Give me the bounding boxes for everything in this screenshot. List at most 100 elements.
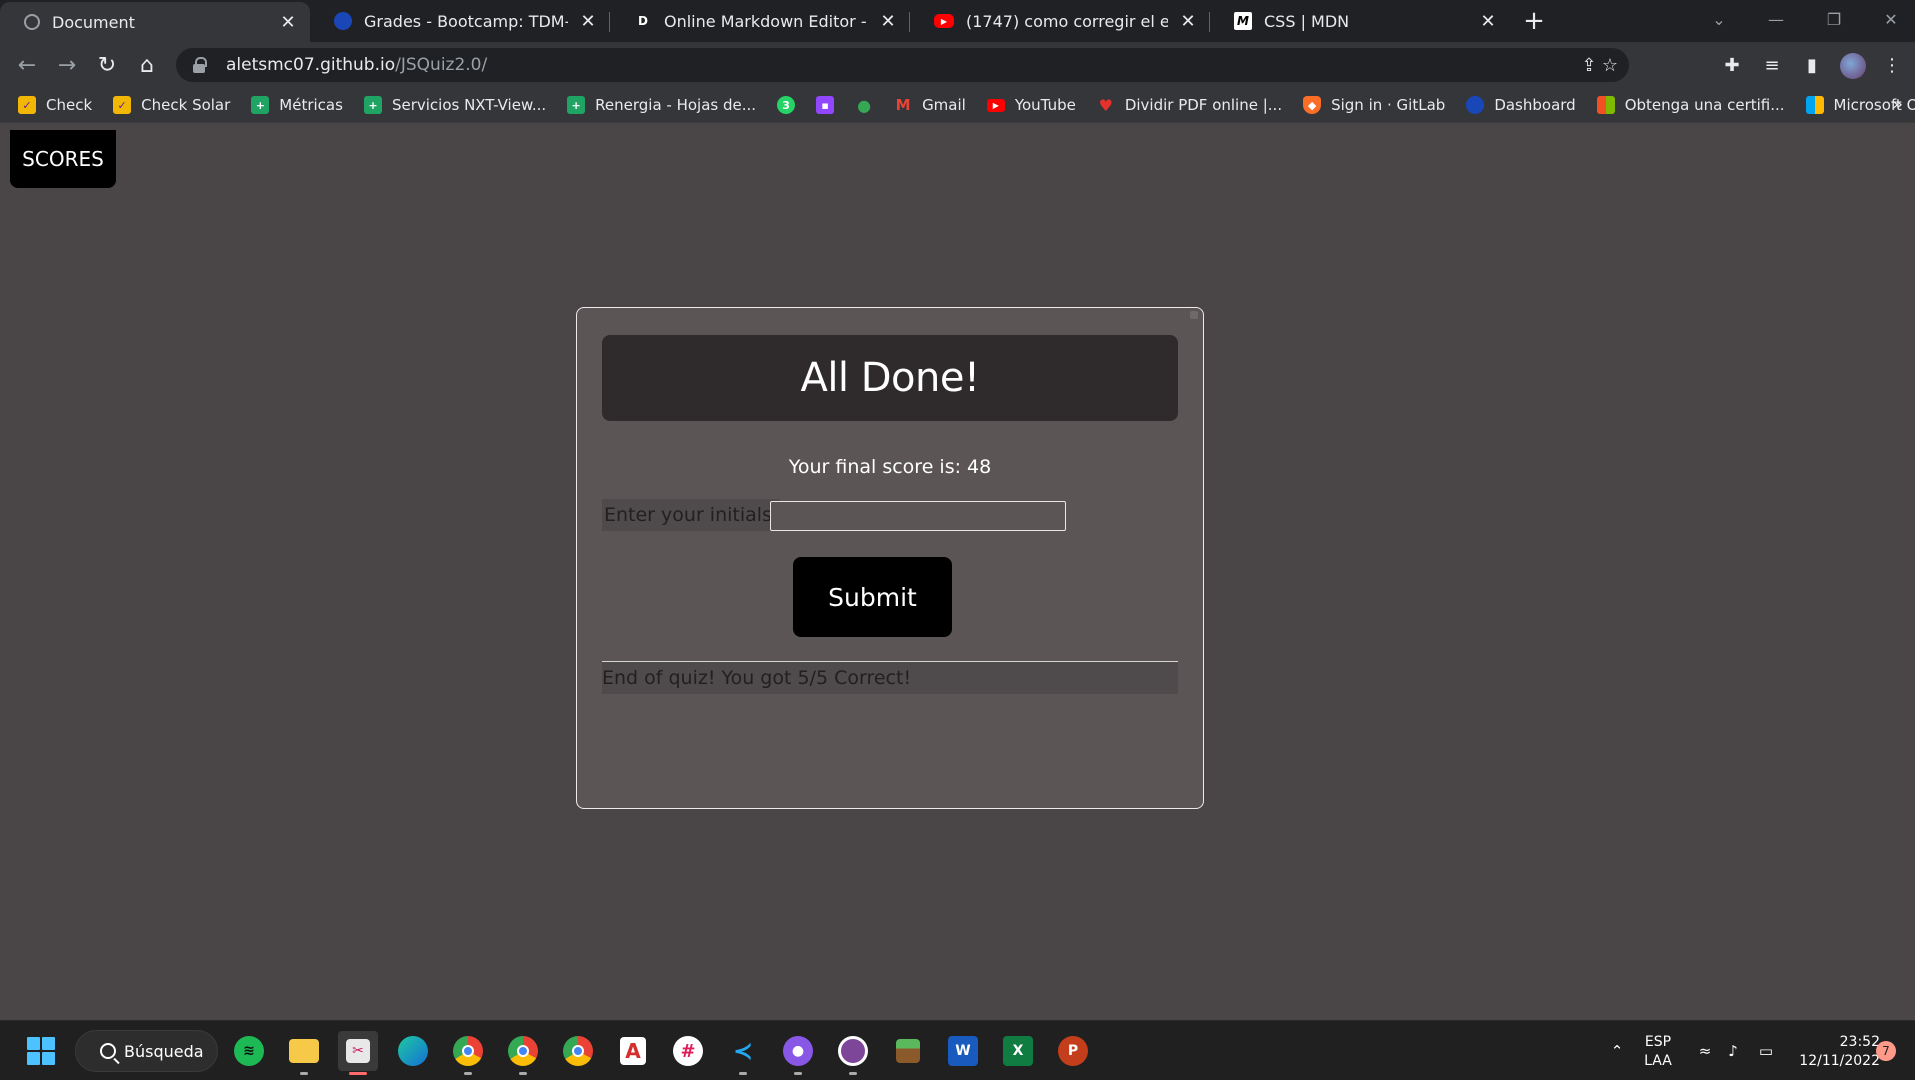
side-panel-icon[interactable]: ▮ xyxy=(1797,50,1827,80)
wifi-icon[interactable]: ≈ xyxy=(1692,1021,1718,1080)
youtube-icon: ▶ xyxy=(986,98,1005,112)
close-window-button[interactable]: ✕ xyxy=(1867,0,1915,38)
dashboard-icon xyxy=(1466,96,1485,114)
browser-toolbar: ← → ↻ ⌂ aletsmc07.github.io /JSQuiz2.0/ … xyxy=(0,42,1915,88)
tab-document[interactable]: Document ✕ xyxy=(0,2,310,42)
bookmark-label: Métricas xyxy=(279,96,343,114)
bookmark-label: Servicios NXT-View... xyxy=(391,96,547,114)
battery-icon[interactable]: ▭ xyxy=(1752,1021,1780,1080)
notification-badge[interactable]: 7 xyxy=(1876,1041,1896,1061)
address-bar[interactable]: aletsmc07.github.io /JSQuiz2.0/ ⇪ ☆ xyxy=(176,48,1629,82)
canvas-icon xyxy=(334,12,352,30)
bookmark-label: YouTube xyxy=(1014,96,1076,114)
bookmark-maps[interactable]: ● xyxy=(855,95,873,115)
new-tab-button[interactable]: + xyxy=(1520,8,1548,36)
close-icon[interactable]: ✕ xyxy=(1178,11,1198,32)
microsoft-icon xyxy=(1805,96,1824,114)
github-desktop-icon[interactable]: ● xyxy=(778,1031,818,1075)
tor-browser-icon[interactable] xyxy=(833,1031,873,1075)
initials-label: Enter your initials: xyxy=(602,499,781,531)
language-indicator[interactable]: ESP LAA xyxy=(1640,1033,1676,1071)
language-code: ESP xyxy=(1644,1034,1672,1050)
bookmark-renergia[interactable]: + Renergia - Hojas de... xyxy=(567,96,756,114)
maps-icon: ● xyxy=(857,95,872,115)
bookmark-label: Check Solar xyxy=(141,96,231,114)
chevron-up-icon[interactable]: ⌃ xyxy=(1602,1021,1632,1080)
chrome-profile-icon[interactable] xyxy=(558,1031,598,1071)
taskbar-search[interactable]: Búsqueda xyxy=(75,1030,218,1072)
dillinger-icon: D xyxy=(638,14,648,28)
bookmark-servicios[interactable]: + Servicios NXT-View... xyxy=(363,96,547,114)
gitlab-icon: ◆ xyxy=(1303,96,1322,114)
date: 12/11/2022 xyxy=(1799,1053,1880,1069)
tab-grades[interactable]: Grades - Bootcamp: TDM-VIRT-F ✕ xyxy=(310,0,610,42)
bookmarks-bar: ✓ Check ✓ Check Solar + Métricas + Servicios… xyxy=(0,88,1915,123)
youtube-icon: ▶ xyxy=(934,14,954,28)
powerpoint-icon[interactable]: P xyxy=(1053,1031,1093,1071)
card-title: All Done! xyxy=(602,335,1178,421)
layout-code: LAA xyxy=(1644,1053,1672,1069)
star-icon[interactable]: ☆ xyxy=(1597,52,1623,78)
chrome-profile-icon[interactable] xyxy=(503,1031,543,1075)
home-button[interactable]: ⌂ xyxy=(132,50,162,80)
chrome-icon[interactable] xyxy=(448,1031,488,1075)
minecraft-icon[interactable] xyxy=(888,1031,928,1071)
bookmark-youtube[interactable]: ▶ YouTube xyxy=(986,96,1076,114)
close-icon[interactable]: ✕ xyxy=(578,11,598,32)
tab-search-icon[interactable]: ⌄ xyxy=(1695,0,1743,38)
media-control-icon[interactable]: ≡ xyxy=(1757,50,1787,80)
word-icon[interactable]: W xyxy=(943,1031,983,1071)
bookmark-metricas[interactable]: + Métricas xyxy=(251,96,343,114)
restore-button[interactable]: ❐ xyxy=(1810,0,1858,38)
tab-title: Online Markdown Editor - Dilling xyxy=(664,11,868,31)
bookmark-label: Sign in · GitLab xyxy=(1331,96,1446,114)
sheets-icon: + xyxy=(567,96,586,114)
bookmark-twitch[interactable]: ▪ xyxy=(816,96,835,114)
bookmark-check[interactable]: ✓ Check xyxy=(18,96,92,114)
final-score-text: Your final score is: 48 xyxy=(788,456,992,478)
reload-button[interactable]: ↻ xyxy=(92,50,122,80)
tab-mdn[interactable]: M CSS | MDN ✕ xyxy=(1210,0,1510,42)
minimize-button[interactable]: — xyxy=(1752,0,1800,38)
bookmark-check-solar[interactable]: ✓ Check Solar xyxy=(113,96,230,114)
tab-title: CSS | MDN xyxy=(1264,11,1350,31)
bookmark-whatsapp[interactable]: 3 xyxy=(777,96,796,114)
bookmark-label: Check xyxy=(46,96,93,114)
bookmarks-overflow-button[interactable]: » xyxy=(1892,94,1903,115)
tab-youtube[interactable]: ▶ (1747) como corregir el error 404 ✕ xyxy=(910,0,1210,42)
file-explorer-icon[interactable] xyxy=(284,1031,324,1075)
bookmark-dashboard[interactable]: Dashboard xyxy=(1466,96,1576,114)
snipping-tool-icon[interactable]: ✂ xyxy=(338,1031,378,1075)
scores-button[interactable]: SCORES xyxy=(10,130,116,188)
bookmark-dividir-pdf[interactable]: ♥ Dividir PDF online |... xyxy=(1097,96,1283,115)
bookmark-label: Dashboard xyxy=(1494,96,1576,114)
submit-button[interactable]: Submit xyxy=(793,557,952,637)
extensions-icon[interactable]: ✚ xyxy=(1717,50,1747,80)
lock-icon[interactable] xyxy=(192,57,207,73)
edge-icon[interactable] xyxy=(393,1031,433,1071)
close-icon[interactable]: ✕ xyxy=(878,11,898,32)
tab-markdown-editor[interactable]: D Online Markdown Editor - Dilling ✕ xyxy=(610,0,910,42)
close-icon[interactable]: ✕ xyxy=(1478,11,1498,32)
bookmark-certificacion[interactable]: Obtenga una certifi... xyxy=(1596,96,1785,114)
bookmark-gitlab[interactable]: ◆ Sign in · GitLab xyxy=(1303,96,1445,114)
acrobat-icon[interactable]: A xyxy=(613,1031,653,1071)
bookmark-gmail[interactable]: M Gmail xyxy=(894,96,966,114)
twitch-icon: ▪ xyxy=(816,96,835,114)
start-button[interactable] xyxy=(27,1037,55,1065)
volume-icon[interactable]: ♪ xyxy=(1720,1021,1746,1080)
vscode-icon[interactable]: ≺ xyxy=(723,1031,763,1075)
initials-input[interactable] xyxy=(770,501,1066,531)
slack-icon[interactable]: # xyxy=(668,1031,708,1071)
excel-icon[interactable]: X xyxy=(998,1031,1038,1071)
back-button[interactable]: ← xyxy=(12,50,42,80)
taskbar: Búsqueda ≋ ✂ A # ≺ ● W X P ⌃ ESP LAA ≈ ♪… xyxy=(0,1020,1915,1080)
bookmark-label: Dividir PDF online |... xyxy=(1124,96,1283,114)
clock[interactable]: 23:52 12/11/2022 xyxy=(1790,1033,1880,1071)
bookmark-label: Obtenga una certifi... xyxy=(1624,96,1785,114)
menu-icon[interactable]: ⋮ xyxy=(1877,50,1907,80)
profile-avatar[interactable] xyxy=(1840,53,1866,79)
forward-button[interactable]: → xyxy=(52,50,82,80)
close-icon[interactable]: ✕ xyxy=(278,12,298,33)
spotify-icon[interactable]: ≋ xyxy=(229,1031,269,1071)
